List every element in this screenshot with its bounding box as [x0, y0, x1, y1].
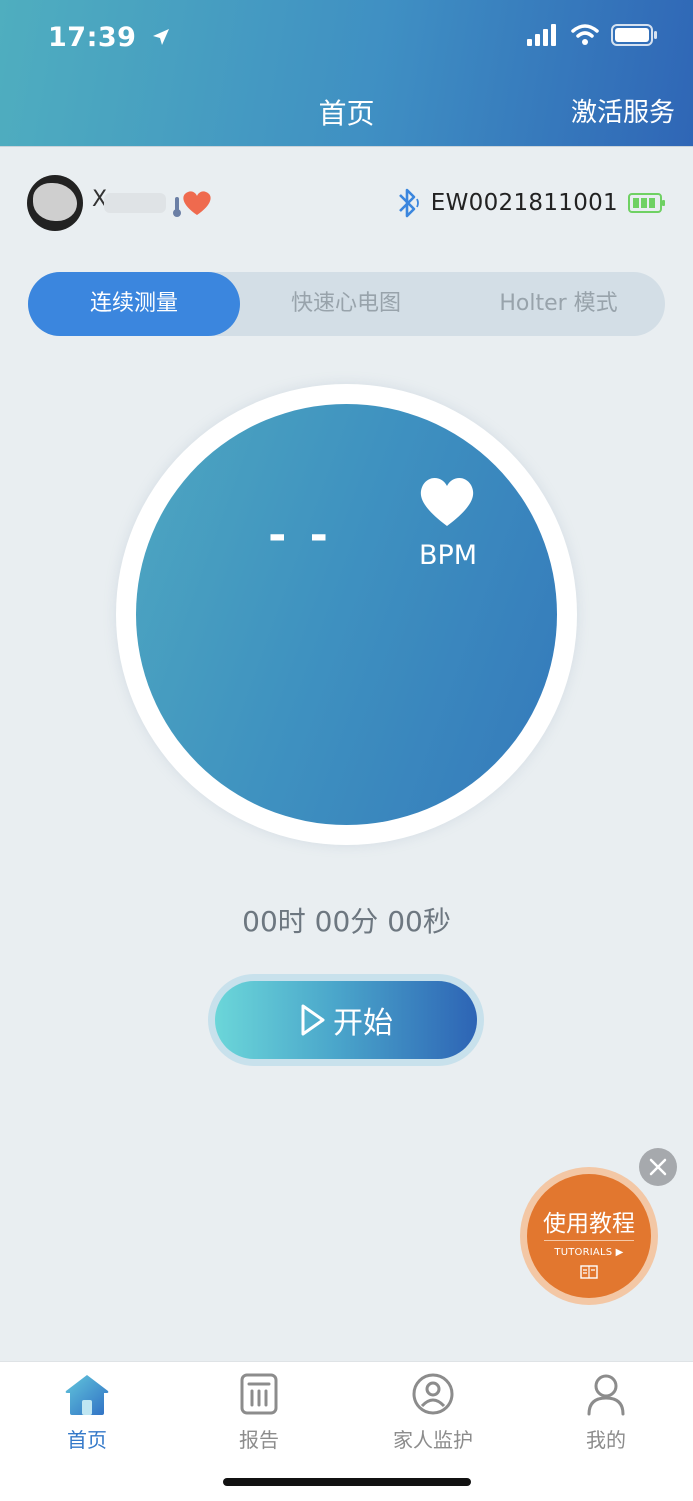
status-time: 17:39: [48, 22, 170, 53]
status-icons: [527, 24, 657, 46]
device-id: EW0021811001: [430, 190, 618, 216]
tab-home[interactable]: 首页: [27, 1372, 147, 1453]
tab-profile[interactable]: 我的: [546, 1372, 666, 1453]
tab-report[interactable]: 报告: [199, 1372, 319, 1453]
tab-holter-mode[interactable]: Holter 模式: [452, 272, 665, 336]
profile-icon: [587, 1374, 625, 1416]
home-icon: [65, 1375, 109, 1415]
tab-home-label: 首页: [67, 1428, 107, 1452]
tab-profile-label: 我的: [586, 1428, 626, 1452]
start-button-label: 开始: [333, 1006, 393, 1041]
battery-icon: [611, 24, 657, 46]
home-indicator: [223, 1478, 471, 1486]
tab-family-monitor-label: 家人监护: [393, 1428, 473, 1452]
heart-rate-circle: [136, 404, 557, 825]
bpm-unit: BPM: [418, 540, 478, 571]
mode-tabs: 连续测量 快速心电图 Holter 模式: [28, 272, 665, 336]
tab-continuous-measure[interactable]: 连续测量: [28, 272, 240, 336]
device-info[interactable]: EW0021811001: [395, 186, 666, 220]
bpm-value: - -: [268, 510, 332, 561]
measurement-timer: 00时 00分 00秒: [242, 905, 451, 938]
close-icon: [649, 1158, 667, 1176]
report-icon: [240, 1373, 278, 1415]
heart-icon: [417, 474, 477, 532]
tab-quick-ecg[interactable]: 快速心电图: [240, 272, 452, 336]
family-monitor-icon: [412, 1373, 454, 1415]
tutorial-title: 使用教程: [543, 1211, 635, 1237]
bluetooth-icon: [398, 188, 419, 218]
play-icon: [301, 1004, 325, 1036]
book-icon: [580, 1265, 598, 1279]
activate-service-button[interactable]: 激活服务: [571, 92, 675, 129]
tab-family-monitor[interactable]: 家人监护: [373, 1372, 493, 1453]
wifi-icon: [571, 24, 599, 45]
username: X: [92, 187, 167, 217]
start-button[interactable]: 开始: [215, 981, 477, 1059]
device-battery-icon: [628, 193, 665, 213]
tutorial-subtitle: TUTORIALS ▶: [554, 1247, 624, 1258]
status-time-text: 17:39: [48, 22, 137, 53]
heart-thermometer-icon: [172, 187, 214, 223]
signal-icon: [527, 24, 556, 46]
location-arrow-icon: [152, 22, 170, 53]
avatar[interactable]: [27, 175, 83, 231]
tab-report-label: 报告: [239, 1428, 279, 1452]
header: 17:39 首页 激活服务: [0, 0, 693, 147]
tutorial-close-button[interactable]: [639, 1148, 677, 1186]
tutorial-divider: [544, 1240, 634, 1241]
tutorial-button[interactable]: 使用教程 TUTORIALS ▶: [527, 1174, 651, 1298]
username-redaction: [104, 193, 166, 213]
